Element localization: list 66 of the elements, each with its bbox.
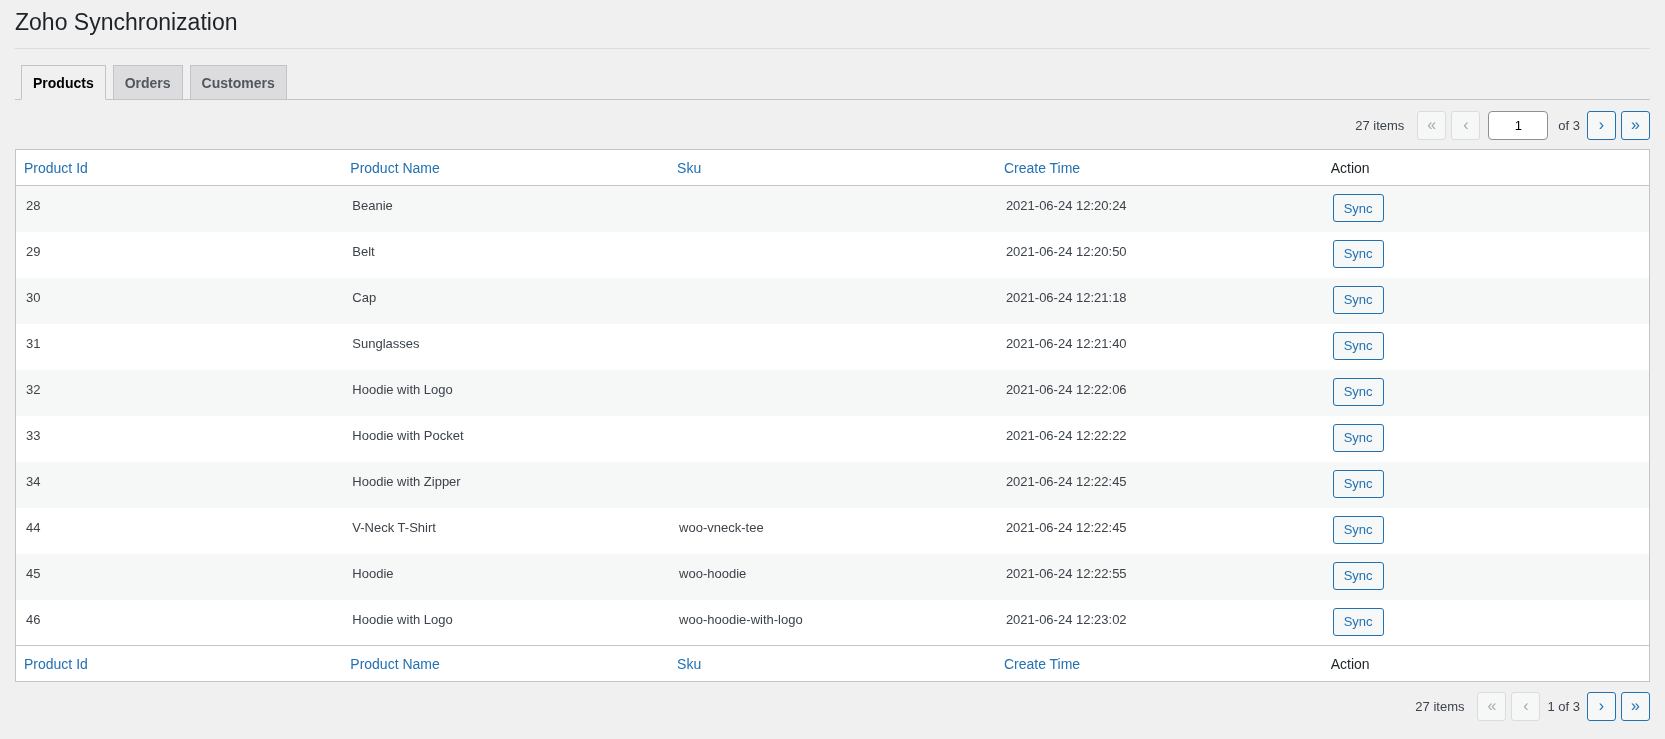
table-cell: 2021-06-24 12:21:40 [1005,335,1127,351]
item-count: 27 items [1355,117,1405,133]
column-sort-link[interactable]: Product Id [24,655,88,672]
tab[interactable]: Products [21,65,106,100]
table-cell: woo-vneck-tee [679,519,764,535]
table-cell: 46 [26,611,41,627]
column-header: Action [1330,159,1370,176]
last-page-button[interactable]: » [1621,110,1650,140]
table-cell: Cap [352,289,377,305]
sync-button[interactable]: Sync [1332,469,1384,498]
table-cell: 2021-06-24 12:22:45 [1005,473,1127,489]
tab[interactable]: Customers [189,65,287,100]
table-cell: 2021-06-24 12:21:18 [1005,289,1127,305]
table-cell: Hoodie with Pocket [352,427,464,443]
column-sort-link[interactable]: Product Name [350,655,440,672]
table-cell: 29 [26,243,41,259]
table-cell: Sunglasses [352,335,420,351]
sync-button[interactable]: Sync [1332,423,1384,452]
sync-button[interactable]: Sync [1332,607,1384,636]
table-cell: 2021-06-24 12:22:55 [1005,565,1127,581]
last-page-button[interactable]: » [1621,691,1650,721]
item-count: 27 items [1415,698,1465,714]
table-cell: Hoodie with Zipper [352,473,461,489]
page-input-field[interactable]: 1 [1488,110,1549,140]
sync-button[interactable]: Sync [1332,331,1384,360]
table-cell: Belt [352,243,375,259]
sync-button[interactable]: Sync [1332,561,1384,590]
tab[interactable]: Orders [112,65,183,100]
column-sort-link[interactable]: Sku [677,159,702,176]
table-cell: Hoodie [352,565,394,581]
sync-button[interactable]: Sync [1332,239,1384,268]
table-cell: 2021-06-24 12:22:45 [1005,519,1127,535]
column-sort-link[interactable]: Product Name [350,159,440,176]
sync-button[interactable]: Sync [1332,515,1384,544]
sync-button[interactable]: Sync [1332,285,1384,314]
table-cell: 2021-06-24 12:23:02 [1005,611,1127,627]
table-cell: 2021-06-24 12:20:24 [1005,198,1127,213]
table-cell: 2021-06-24 12:20:50 [1005,243,1127,259]
table-cell: woo-hoodie [679,565,747,581]
page-total: of 3 [1558,117,1580,133]
column-sort-link[interactable]: Sku [677,655,702,672]
column-header: Action [1330,655,1370,672]
table-cell: 32 [26,381,41,397]
next-page-button[interactable]: › [1587,110,1616,140]
column-sort-link[interactable]: Product Id [24,159,88,176]
table-cell: 31 [26,335,41,351]
table-cell: 44 [26,519,41,535]
next-page-button[interactable]: › [1587,691,1616,721]
table-cell: 33 [26,427,41,443]
table-cell: 34 [26,473,41,489]
table-cell: Hoodie with Logo [352,611,453,627]
sync-button[interactable]: Sync [1332,194,1384,222]
page-total: 1 of 3 [1547,698,1580,714]
table-cell: woo-hoodie-with-logo [679,611,803,627]
table-cell: 2021-06-24 12:22:06 [1005,381,1127,397]
table-cell: V-Neck T-Shirt [352,519,436,535]
column-sort-link[interactable]: Create Time [1003,159,1081,176]
column-sort-link[interactable]: Create Time [1003,655,1081,672]
table-cell: 28 [26,198,41,213]
page-title: Zoho Synchronization [15,0,1650,49]
table-cell: 2021-06-24 12:22:22 [1005,427,1127,443]
table-cell: 45 [26,565,41,581]
table-cell: Beanie [352,198,393,213]
sync-button[interactable]: Sync [1332,377,1384,406]
table-cell: Hoodie with Logo [352,381,453,397]
table-cell: 30 [26,289,41,305]
